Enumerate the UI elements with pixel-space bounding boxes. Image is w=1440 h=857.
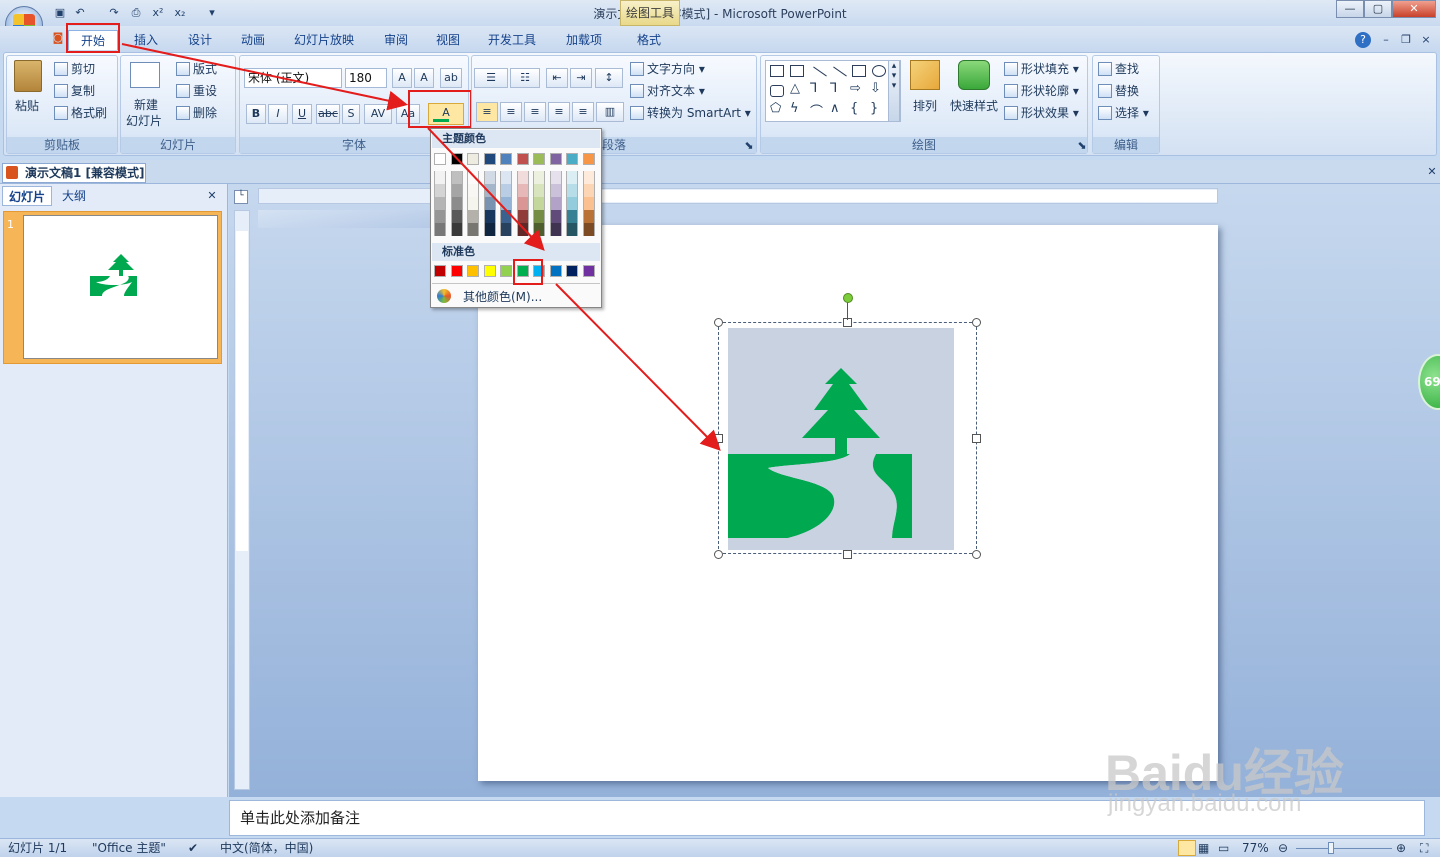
status-language: 中文(简体，中国) <box>220 841 314 855</box>
zoom-slider-thumb[interactable] <box>1328 842 1334 854</box>
normal-view-icon[interactable] <box>1178 840 1196 856</box>
zoom-slider[interactable] <box>1296 848 1392 849</box>
zoom-level[interactable]: 77% <box>1242 839 1269 857</box>
watermark-url: jingyan.baidu.com <box>1108 790 1302 817</box>
arrow-tab-to-fontcolor <box>121 43 408 111</box>
zoom-out-icon[interactable]: ⊖ <box>1278 839 1288 857</box>
annotation-arrows <box>121 43 721 451</box>
status-theme: "Office 主题" <box>92 841 166 855</box>
fit-to-window-icon[interactable]: ⛶ <box>1420 839 1428 857</box>
status-bar: 幻灯片 1/1 "Office 主题" ✔ 中文(简体，中国) ▦ ▭ 77% … <box>0 838 1440 857</box>
slide-sorter-icon[interactable]: ▦ <box>1198 839 1209 857</box>
status-slide-count: 幻灯片 1/1 <box>8 841 68 855</box>
spellcheck-icon[interactable]: ✔ <box>188 839 198 857</box>
arrow-fontcolor-to-green <box>427 127 545 251</box>
zoom-in-icon[interactable]: ⊕ <box>1396 839 1406 857</box>
arrow-green-to-picture <box>555 283 721 451</box>
slideshow-view-icon[interactable]: ▭ <box>1218 839 1229 857</box>
